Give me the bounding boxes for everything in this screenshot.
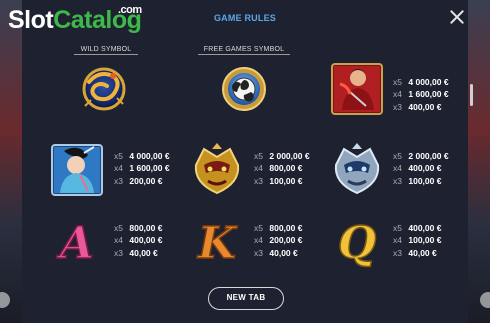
samurai-warrior-icon xyxy=(330,62,384,116)
geisha-paytable: x5 4 000,00 € x4 1 600,00 € x3 200,00 € xyxy=(114,150,170,187)
paytable-row: x3 400,00 € xyxy=(393,101,442,112)
letter-a-icon: A xyxy=(50,214,104,268)
paytable-row: x4 400,00 € xyxy=(114,235,163,246)
paytable-row: x4 100,00 € xyxy=(393,235,442,246)
letter-k-icon: K xyxy=(190,214,244,268)
paytable-row: x3 100,00 € xyxy=(393,175,442,186)
paytable-row: x3 100,00 € xyxy=(254,175,303,186)
silver-samurai-mask-icon xyxy=(330,143,384,197)
scrollbar-thumb[interactable] xyxy=(470,84,473,106)
paytable-row: x3 40,00 € xyxy=(254,247,298,258)
edge-arrow-right xyxy=(480,292,490,308)
gold-samurai-mask-icon xyxy=(190,143,244,197)
free-games-symbol-label: FREE GAMES SYMBOL xyxy=(198,46,290,55)
paytable-row: x3 40,00 € xyxy=(114,247,158,258)
mitsudomoe-medallion-icon xyxy=(217,62,271,116)
samurai-warrior-paytable: x5 4 000,00 € x4 1 600,00 € x3 400,00 € xyxy=(393,76,449,113)
dragon-medallion-icon xyxy=(77,62,131,116)
paytable-row: x3 200,00 € xyxy=(114,175,163,186)
paytable-row: x4 400,00 € xyxy=(393,163,442,174)
paytable-row: x5 4 000,00 € xyxy=(114,151,170,161)
silver-mask-paytable: x5 2 000,00 € x4 400,00 € x3 100,00 € xyxy=(393,150,449,187)
gold-mask-paytable: x5 2 000,00 € x4 800,00 € x3 100,00 € xyxy=(254,150,310,187)
close-icon[interactable] xyxy=(449,9,465,25)
paytable-row: x4 200,00 € xyxy=(254,235,303,246)
game-backdrop-right xyxy=(468,0,490,323)
letter-k-glyph: K xyxy=(196,218,238,268)
letter-q-glyph: Q xyxy=(338,218,376,268)
letter-k-paytable: x5 800,00 € x4 200,00 € x3 40,00 € xyxy=(254,222,302,259)
game-backdrop-left xyxy=(0,0,22,323)
paytable-row: x5 800,00 € xyxy=(114,223,163,233)
paytable-row: x3 40,00 € xyxy=(393,247,437,258)
paytable-row: x4 800,00 € xyxy=(254,163,303,174)
page-title: GAME RULES xyxy=(213,13,276,23)
geisha-icon xyxy=(50,143,104,197)
paytable-row: x4 1 600,00 € xyxy=(393,89,449,100)
new-tab-button[interactable]: NEW TAB xyxy=(208,287,284,310)
paytable-row: x4 1 600,00 € xyxy=(114,163,170,174)
letter-q-paytable: x5 400,00 € x4 100,00 € x3 40,00 € xyxy=(393,222,441,259)
letter-a-paytable: x5 800,00 € x4 400,00 € x3 40,00 € xyxy=(114,222,162,259)
paytable-row: x5 4 000,00 € xyxy=(393,77,449,87)
paytable-row: x5 2 000,00 € xyxy=(254,151,310,161)
paytable-row: x5 400,00 € xyxy=(393,223,442,233)
game-rules-modal: SlotCatalog .com GAME RULES WILD SYMBOL … xyxy=(8,0,473,323)
letter-q-icon: Q xyxy=(330,214,384,268)
letter-a-glyph: A xyxy=(56,218,94,268)
paytable-row: x5 800,00 € xyxy=(254,223,303,233)
paytable-row: x5 2 000,00 € xyxy=(393,151,449,161)
modal-header: SlotCatalog .com GAME RULES xyxy=(8,0,468,36)
wild-symbol-label: WILD SYMBOL xyxy=(74,46,138,55)
